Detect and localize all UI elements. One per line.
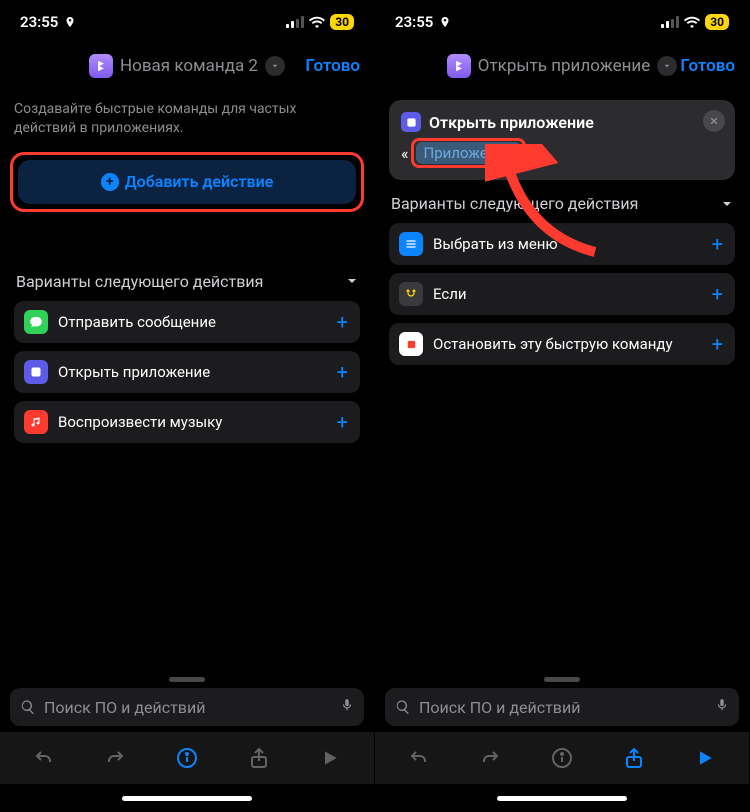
undo-button[interactable] (24, 738, 64, 778)
status-time: 23:55 (395, 13, 433, 31)
plus-icon[interactable]: + (337, 410, 348, 434)
search-icon (20, 699, 36, 715)
suggestions-header[interactable]: Варианты следующего действия (16, 272, 360, 291)
suggestion-label: Открыть приложение (58, 363, 327, 381)
plus-circle-icon: + (101, 173, 119, 191)
quote-close: » (528, 144, 536, 163)
highlight-token: Приложение (411, 138, 526, 168)
suggestion-label: Остановить эту быструю команду (433, 335, 702, 353)
suggestion-item[interactable]: Открыть приложение + (14, 351, 360, 393)
suggestion-item[interactable]: Воспроизвести музыку + (14, 401, 360, 443)
bottom-area: Поиск ПО и действий (375, 677, 749, 812)
screen-left: 23:55 30 Новая команда 2 Готово Создавай… (0, 0, 375, 812)
toolbar (375, 732, 749, 784)
add-action-label: Добавить действие (125, 172, 274, 191)
battery-badge: 30 (330, 14, 354, 30)
done-button[interactable]: Готово (680, 56, 735, 76)
shortcuts-app-icon (89, 54, 113, 78)
plus-icon[interactable]: + (712, 232, 723, 256)
play-button[interactable] (310, 738, 350, 778)
header: Новая команда 2 Готово (0, 44, 374, 88)
share-button[interactable] (614, 738, 654, 778)
share-button[interactable] (239, 738, 279, 778)
plus-icon[interactable]: + (337, 360, 348, 384)
header: Открыть приложение Готово (375, 44, 749, 88)
screen-right: 23:55 30 Открыть приложение Готово (375, 0, 750, 812)
stop-icon (399, 332, 423, 356)
quote-open: « (401, 144, 409, 163)
suggestions-header[interactable]: Варианты следующего действия (391, 194, 735, 213)
location-icon (439, 16, 451, 28)
music-icon (24, 410, 48, 434)
shortcuts-app-icon (447, 54, 471, 78)
redo-button[interactable] (470, 738, 510, 778)
suggestion-label: Выбрать из меню (433, 235, 702, 253)
action-card[interactable]: Открыть приложение « Приложение » (389, 100, 735, 180)
suggestion-label: Отправить сообщение (58, 313, 327, 331)
add-action-button[interactable]: + Добавить действие (18, 160, 356, 204)
action-card-body: « Приложение » (401, 138, 723, 168)
menu-icon (399, 232, 423, 256)
suggestion-label: Если (433, 285, 702, 303)
search-placeholder: Поиск ПО и действий (44, 698, 332, 717)
plus-icon[interactable]: + (712, 332, 723, 356)
done-button[interactable]: Готово (305, 56, 360, 76)
info-button[interactable] (167, 738, 207, 778)
search-placeholder: Поиск ПО и действий (419, 698, 707, 717)
battery-badge: 30 (705, 14, 729, 30)
search-icon (395, 699, 411, 715)
mic-icon[interactable] (715, 696, 729, 718)
suggestion-item[interactable]: Выбрать из меню + (389, 223, 735, 265)
cellular-icon (286, 16, 304, 28)
location-icon (64, 16, 76, 28)
highlight-add-action: + Добавить действие (10, 152, 364, 212)
wifi-icon (684, 16, 700, 28)
header-title: Новая команда 2 (120, 56, 258, 76)
toolbar (0, 732, 374, 784)
grabber-handle[interactable] (544, 677, 580, 682)
app-parameter-token[interactable]: Приложение (416, 142, 521, 164)
cellular-icon (661, 16, 679, 28)
grabber-handle[interactable] (169, 677, 205, 682)
home-indicator[interactable] (375, 784, 749, 812)
status-time: 23:55 (20, 13, 58, 31)
search-bar[interactable]: Поиск ПО и действий (10, 688, 364, 726)
status-bar: 23:55 30 (375, 0, 749, 44)
close-icon[interactable] (703, 110, 725, 132)
suggestion-item[interactable]: Остановить эту быструю команду + (389, 323, 735, 365)
status-bar: 23:55 30 (0, 0, 374, 44)
info-button[interactable] (542, 738, 582, 778)
chevron-down-icon (719, 196, 735, 212)
header-title: Открыть приложение (478, 56, 650, 76)
play-button[interactable] (685, 738, 725, 778)
wifi-icon (309, 16, 325, 28)
undo-button[interactable] (399, 738, 439, 778)
bottom-area: Поиск ПО и действий (0, 677, 374, 812)
chevron-down-icon[interactable] (265, 56, 285, 76)
suggestion-item[interactable]: Если + (389, 273, 735, 315)
header-title-group[interactable]: Открыть приложение (447, 54, 677, 78)
plus-icon[interactable]: + (712, 282, 723, 306)
suggestions-title: Варианты следующего действия (16, 272, 263, 291)
header-title-group[interactable]: Новая команда 2 (89, 54, 285, 78)
chevron-down-icon (344, 273, 360, 289)
suggestion-label: Воспроизвести музыку (58, 413, 327, 431)
redo-button[interactable] (95, 738, 135, 778)
search-bar[interactable]: Поиск ПО и действий (385, 688, 739, 726)
action-card-title: Открыть приложение (429, 113, 594, 132)
chevron-down-icon[interactable] (657, 56, 677, 76)
plus-icon[interactable]: + (337, 310, 348, 334)
suggestion-item[interactable]: Отправить сообщение + (14, 301, 360, 343)
messages-icon (24, 310, 48, 334)
hint-text: Создавайте быстрые команды для частых де… (14, 100, 360, 138)
mic-icon[interactable] (340, 696, 354, 718)
branch-icon (399, 282, 423, 306)
app-icon (24, 360, 48, 384)
home-indicator[interactable] (0, 784, 374, 812)
suggestions-title: Варианты следующего действия (391, 194, 638, 213)
app-icon (401, 112, 421, 132)
